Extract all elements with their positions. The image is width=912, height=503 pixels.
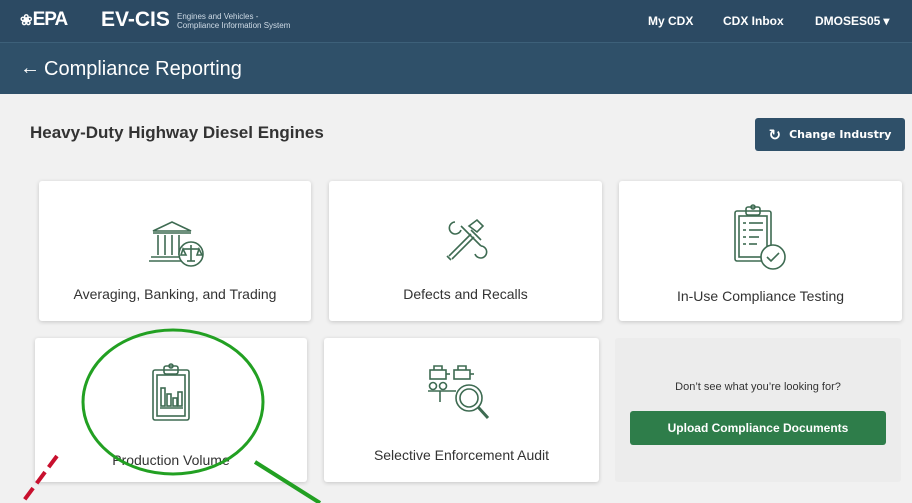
app-subtitle: Engines and Vehicles - Compliance Inform… (177, 12, 290, 30)
card-averaging-banking-trading[interactable]: Averaging, Banking, and Trading (39, 181, 311, 321)
user-name: DMOSES05 (815, 14, 881, 28)
change-industry-button[interactable]: ↻ Change Industry (755, 118, 905, 151)
industry-title: Heavy-Duty Highway Diesel Engines (30, 123, 324, 142)
card-label-in-use: In-Use Compliance Testing (676, 288, 845, 304)
clipboard-chart-icon (152, 363, 190, 421)
epa-logo-text: EPA (32, 9, 69, 30)
app-subtitle-line1: Engines and Vehicles - (177, 12, 259, 21)
card-in-use-compliance-testing[interactable]: In-Use Compliance Testing (619, 181, 902, 321)
refresh-icon: ↻ (768, 125, 782, 144)
card-label-production: Production Volume (112, 452, 230, 468)
wrench-hammer-icon (446, 218, 488, 261)
bank-scale-icon (149, 221, 204, 267)
card-label-abt: Averaging, Banking, and Trading (73, 286, 277, 302)
chevron-down-icon: ▾ (883, 14, 890, 28)
clipboard-check-icon (734, 204, 786, 270)
engines-magnifier-icon (428, 365, 490, 420)
upload-compliance-documents-button[interactable]: Upload Compliance Documents (630, 411, 886, 445)
cdx-inbox-link[interactable]: CDX Inbox (723, 14, 784, 28)
app-name[interactable]: EV-CIS (101, 8, 170, 32)
change-industry-label: Change Industry (789, 128, 892, 141)
my-cdx-link[interactable]: My CDX (648, 14, 693, 28)
page-title-bar: ← Compliance Reporting (0, 42, 912, 94)
user-menu[interactable]: DMOSES05 ▾ (815, 14, 889, 28)
epa-logo[interactable]: ❀EPA (20, 9, 69, 31)
top-nav-bar: ❀EPA EV-CIS Engines and Vehicles - Compl… (0, 0, 912, 42)
card-label-sea: Selective Enforcement Audit (373, 447, 550, 463)
page-title: Compliance Reporting (44, 58, 242, 80)
app-subtitle-line2: Compliance Information System (177, 21, 291, 30)
card-production-volume[interactable]: Production Volume (35, 338, 307, 482)
card-label-defects: Defects and Recalls (403, 286, 528, 302)
help-question: Don’t see what you’re looking for? (675, 381, 841, 393)
help-card: Don’t see what you’re looking for? Uploa… (615, 338, 901, 482)
epa-logo-mark: ❀ (20, 12, 33, 29)
card-selective-enforcement-audit[interactable]: Selective Enforcement Audit (324, 338, 599, 482)
back-arrow-icon[interactable]: ← (20, 57, 40, 80)
card-defects-recalls[interactable]: Defects and Recalls (329, 181, 602, 321)
